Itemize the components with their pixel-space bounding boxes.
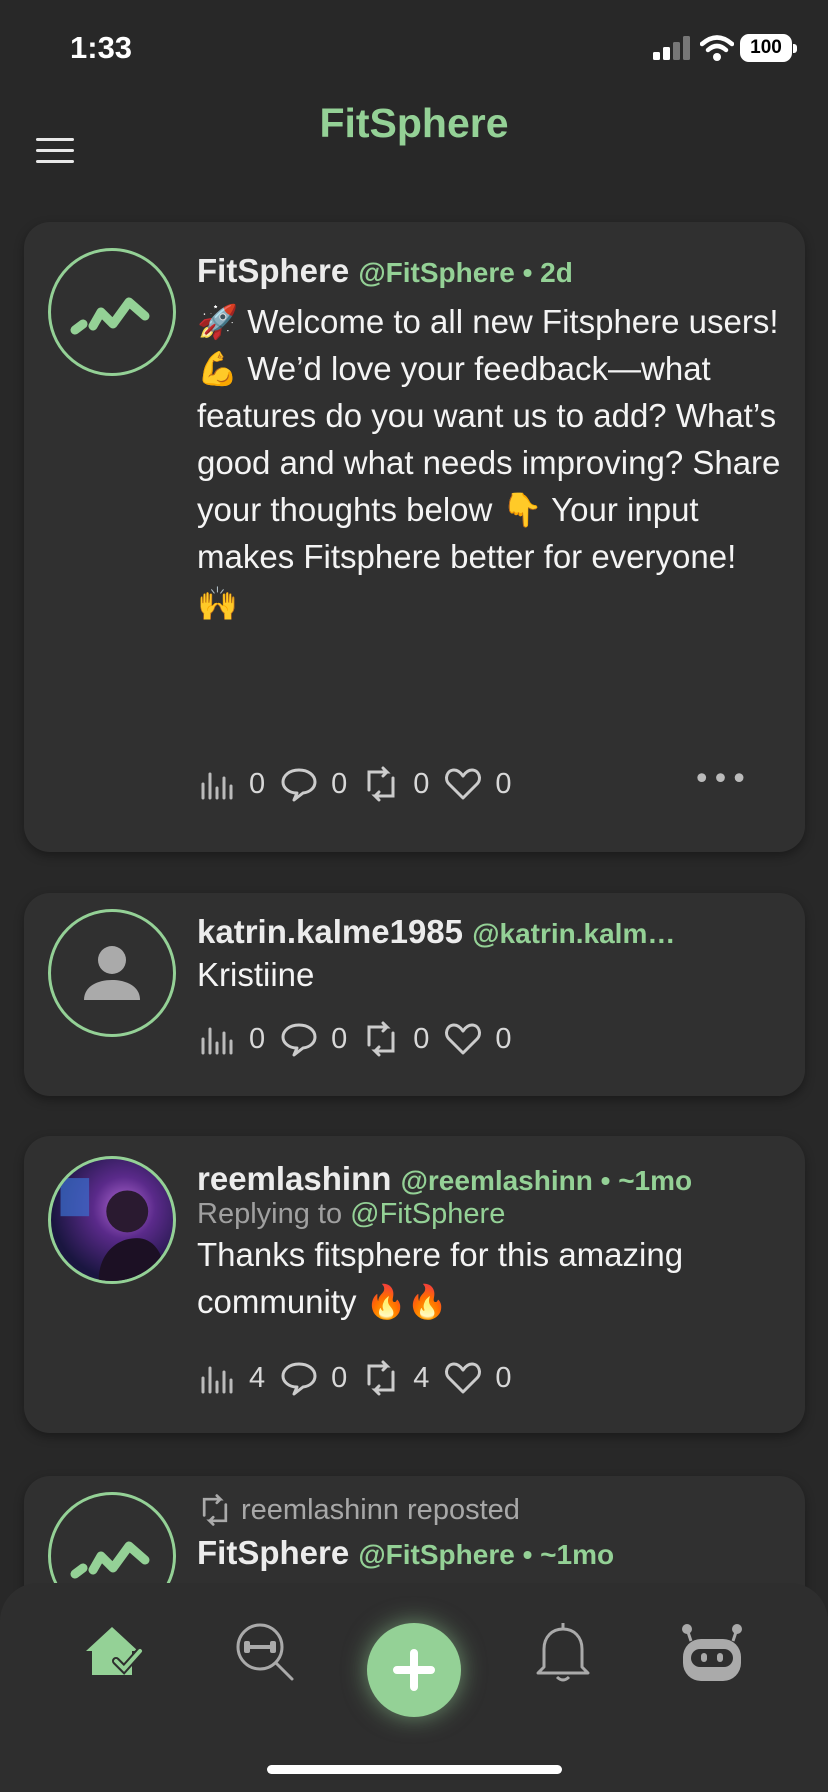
home-icon[interactable] <box>80 1617 150 1687</box>
status-time: 1:33 <box>70 30 133 65</box>
fitsphere-logo-icon <box>70 1541 150 1579</box>
views-count: 4 <box>249 1361 266 1394</box>
author-handle[interactable]: @katrin.kalm… <box>472 918 675 949</box>
user-placeholder-icon <box>84 946 140 1000</box>
fitsphere-logo-icon <box>70 297 150 335</box>
views-count: 0 <box>249 1022 266 1055</box>
bottom-nav <box>0 1583 828 1792</box>
likes-count: 0 <box>495 767 512 800</box>
wifi-icon <box>700 35 734 61</box>
more-options-icon[interactable]: ••• <box>693 762 749 797</box>
author-handle[interactable]: @FitSphere • 2d <box>358 257 572 288</box>
heart-icon[interactable] <box>443 764 483 804</box>
post-actions: 0 0 0 0 <box>197 1017 526 1061</box>
app-title: FitSphere <box>319 100 509 146</box>
post-card[interactable]: katrin.kalme1985 @katrin.kalm… Kristiine… <box>24 893 805 1096</box>
repost-icon <box>202 1494 228 1526</box>
heart-icon[interactable] <box>443 1358 483 1398</box>
comment-icon[interactable] <box>279 764 319 804</box>
post-text: 🚀 Welcome to all new Fitsphere users! 💪 … <box>197 303 781 622</box>
post-header: FitSphere @FitSphere • ~1mo <box>197 1534 781 1572</box>
heart-icon[interactable] <box>443 1019 483 1059</box>
repost-label: reemlashinn reposted <box>241 1493 520 1526</box>
repost-icon[interactable] <box>361 1019 401 1059</box>
post-header: katrin.kalme1985 @katrin.kalm… <box>197 913 781 951</box>
likes-count: 0 <box>495 1022 512 1055</box>
post-header: reemlashinn @reemlashinn • ~1mo <box>197 1160 781 1198</box>
author-name[interactable]: reemlashinn <box>197 1160 391 1197</box>
likes-count: 0 <box>495 1361 512 1394</box>
post-actions: 4 0 4 0 <box>197 1356 526 1400</box>
reply-indicator: Replying to @FitSphere <box>197 1198 781 1231</box>
add-icon <box>393 1649 435 1691</box>
comments-count: 0 <box>331 767 348 800</box>
reply-handle[interactable]: @FitSphere <box>350 1198 505 1230</box>
views-icon[interactable] <box>197 1358 237 1398</box>
repost-icon[interactable] <box>361 1358 401 1398</box>
fitsphere-logo-avatar[interactable] <box>48 248 176 376</box>
comment-icon[interactable] <box>279 1358 319 1398</box>
author-name[interactable]: FitSphere <box>197 252 349 289</box>
author-name[interactable]: FitSphere <box>197 1534 349 1571</box>
reply-prefix: Replying to <box>197 1198 343 1230</box>
comments-count: 0 <box>331 1022 348 1055</box>
status-bar: 1:33 100 <box>0 0 828 100</box>
views-count: 0 <box>249 767 266 800</box>
workout-search-icon[interactable] <box>230 1617 300 1687</box>
robot-icon[interactable] <box>677 1617 747 1687</box>
signal-icon <box>653 36 690 60</box>
reposts-count: 4 <box>413 1361 430 1394</box>
post-header: FitSphere @FitSphere • 2d <box>197 252 781 290</box>
home-indicator <box>267 1765 562 1774</box>
author-handle[interactable]: @reemlashinn • ~1mo <box>401 1165 693 1196</box>
post-text: Thanks fitsphere for this amazing commun… <box>197 1236 684 1320</box>
battery-icon: 100 <box>740 34 797 62</box>
user-photo-icon <box>60 1178 166 1281</box>
author-handle[interactable]: @FitSphere • ~1mo <box>358 1539 614 1570</box>
views-icon[interactable] <box>197 1019 237 1059</box>
reposts-count: 0 <box>413 767 430 800</box>
post-actions: 0 0 0 0 <box>197 762 526 806</box>
avatar[interactable] <box>48 909 176 1037</box>
author-name[interactable]: katrin.kalme1985 <box>197 913 463 950</box>
comment-icon[interactable] <box>279 1019 319 1059</box>
repost-icon[interactable] <box>361 764 401 804</box>
add-post-button[interactable] <box>367 1623 461 1717</box>
repost-indicator: reemlashinn reposted <box>197 1492 781 1528</box>
comments-count: 0 <box>331 1361 348 1394</box>
post-card[interactable]: FitSphere @FitSphere • 2d 🚀 Welcome to a… <box>24 222 805 852</box>
post-card[interactable]: reemlashinn @reemlashinn • ~1mo Replying… <box>24 1136 805 1433</box>
bell-icon[interactable] <box>528 1617 598 1687</box>
reposts-count: 0 <box>413 1022 430 1055</box>
avatar[interactable] <box>48 1156 176 1284</box>
views-icon[interactable] <box>197 764 237 804</box>
post-text: Kristiine <box>197 956 315 993</box>
